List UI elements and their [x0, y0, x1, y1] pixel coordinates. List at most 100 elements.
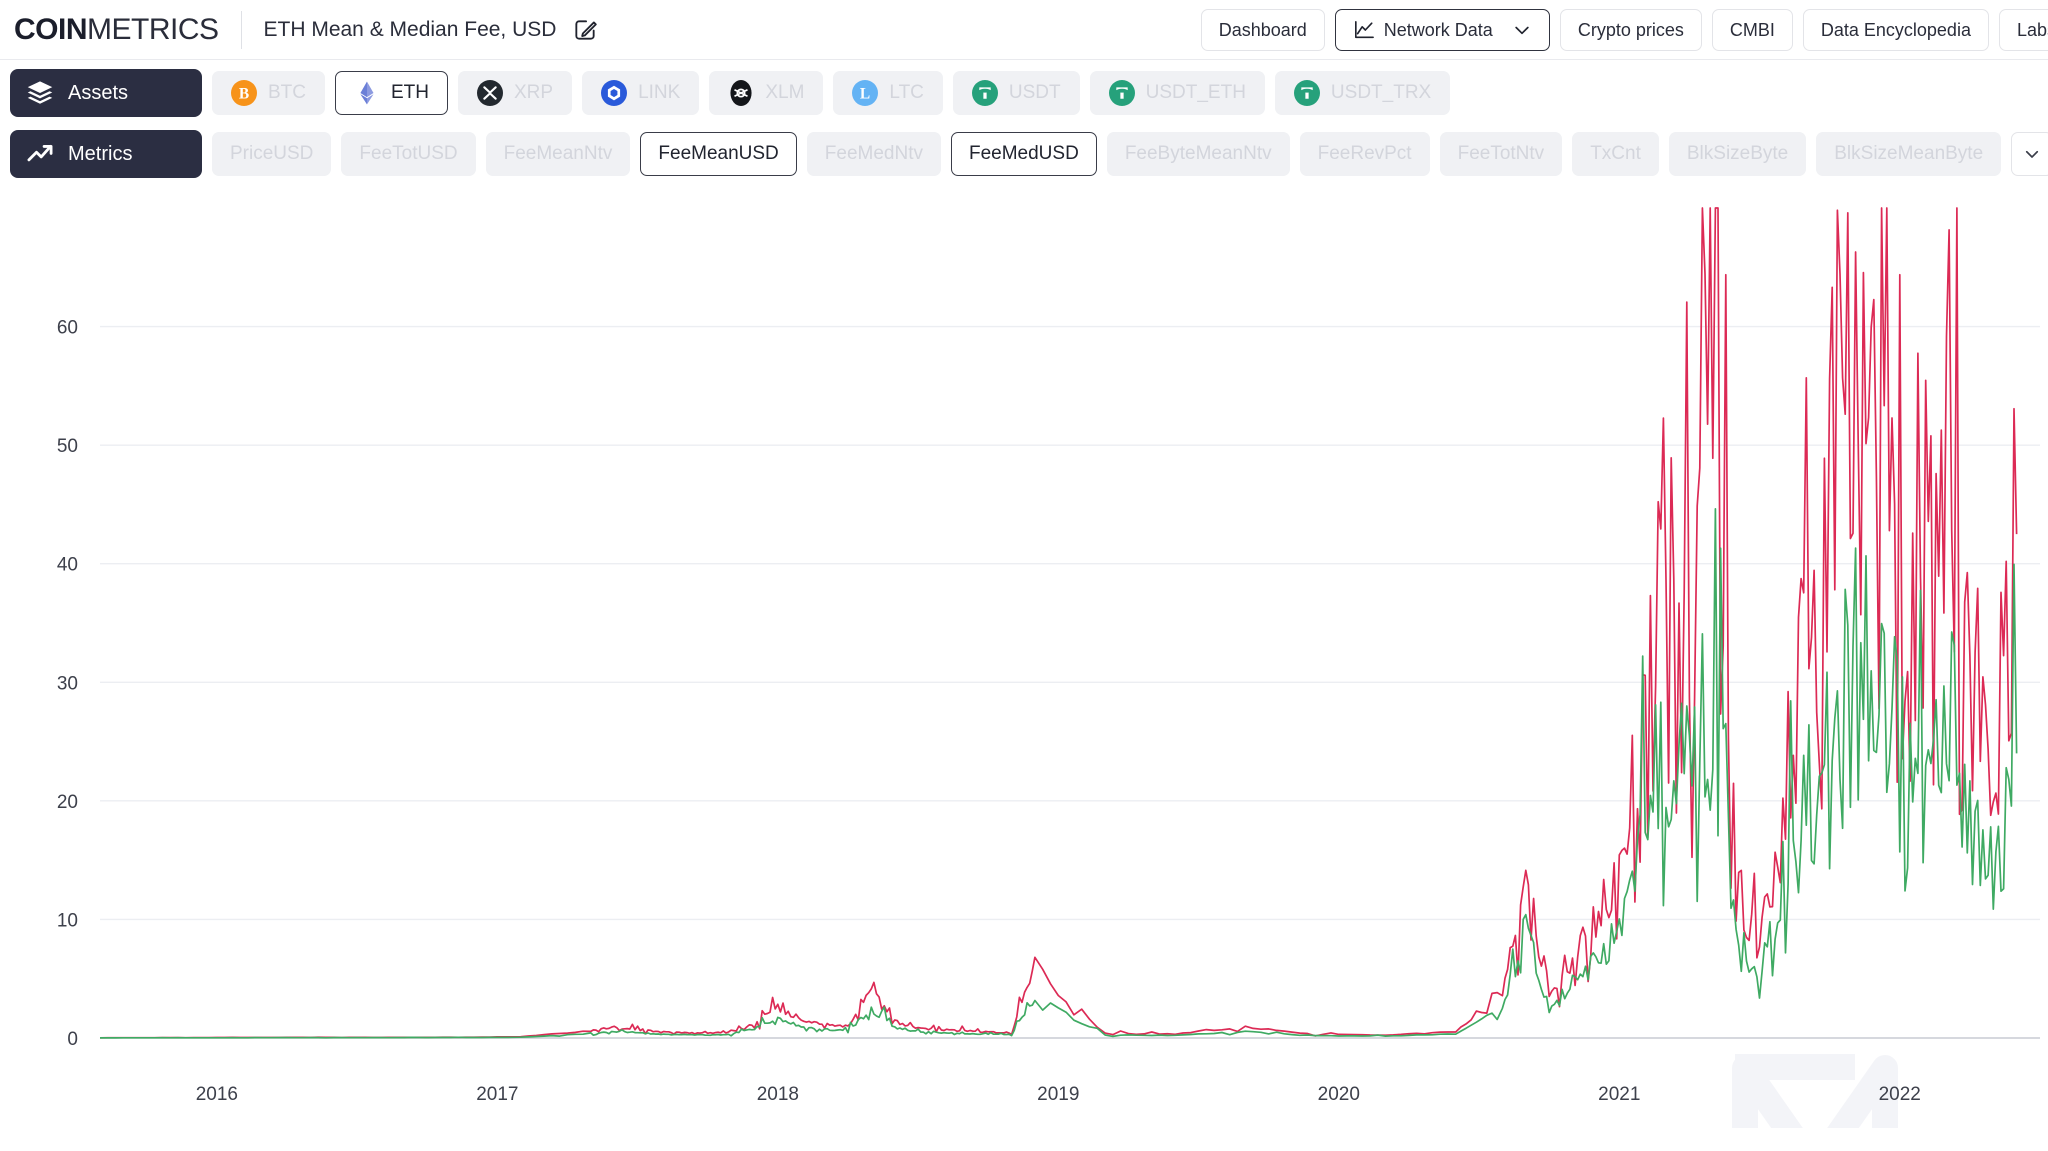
nav-network-data-button[interactable]: Network Data	[1335, 9, 1550, 51]
metric-chip-label: BlkSizeByte	[1687, 143, 1788, 165]
chart-series-line	[100, 208, 2017, 1038]
metric-chip-feetotusd[interactable]: FeeTotUSD	[341, 132, 475, 176]
metric-chip-label: FeeRevPct	[1318, 143, 1412, 165]
x-axis-tick-label: 2017	[476, 1084, 518, 1105]
y-axis-tick-label: 0	[67, 1029, 78, 1050]
ripple-icon	[477, 80, 503, 106]
line-chart-icon	[1353, 20, 1375, 40]
asset-chip-usdt-trx[interactable]: USDT_TRX	[1275, 71, 1450, 115]
nav-crypto-prices-button[interactable]: Crypto prices	[1560, 9, 1702, 51]
metric-chip-label: FeeMedUSD	[969, 143, 1079, 165]
nav-dashboard-button[interactable]: Dashboard	[1201, 9, 1325, 51]
metric-chip-blksizemeanbyte[interactable]: BlkSizeMeanByte	[1816, 132, 2001, 176]
metric-chip-blksizebyte[interactable]: BlkSizeByte	[1669, 132, 1806, 176]
chainlink-icon	[601, 80, 627, 106]
nav-label: CMBI	[1730, 20, 1775, 41]
logo-metrics-text: METRICS	[87, 13, 219, 47]
metric-chip-feemeanusd[interactable]: FeeMeanUSD	[640, 132, 796, 176]
y-axis-tick-label: 30	[57, 673, 78, 694]
y-axis-tick-label: 10	[57, 910, 78, 931]
chevron-down-icon	[2023, 145, 2041, 163]
metric-chip-label: BlkSizeMeanByte	[1834, 143, 1983, 165]
metric-chip-feemedusd[interactable]: FeeMedUSD	[951, 132, 1097, 176]
nav-label: Labs	[2017, 20, 2048, 41]
metric-chip-feebytemeanntv[interactable]: FeeByteMeanNtv	[1107, 132, 1290, 176]
x-axis-tick-label: 2016	[196, 1084, 238, 1105]
metrics-row: Metrics PriceUSD FeeTotUSD FeeMeanNtv Fe…	[0, 126, 2048, 188]
litecoin-icon: L	[852, 80, 878, 106]
metric-chip-feemeanntv[interactable]: FeeMeanNtv	[486, 132, 631, 176]
stellar-icon	[728, 80, 754, 106]
asset-chip-label: LINK	[638, 82, 680, 104]
metric-chip-label: FeeMedNtv	[825, 143, 923, 165]
metric-chip-label: FeeTotUSD	[359, 143, 457, 165]
ethereum-icon	[354, 80, 380, 106]
fee-chart-svg[interactable]: 0102030405060 20162017201820192020202120…	[0, 188, 2048, 1128]
selector-panel: Assets B BTC ETH	[0, 60, 2048, 188]
nav-label: Data Encyclopedia	[1821, 20, 1971, 41]
chevron-down-icon	[1512, 20, 1532, 40]
tether-icon	[972, 80, 998, 106]
asset-chip-label: XLM	[765, 82, 804, 104]
nav-labs-button[interactable]: Labs	[1999, 9, 2048, 51]
asset-chip-link[interactable]: LINK	[582, 71, 699, 115]
metric-chip-label: FeeTotNtv	[1458, 143, 1545, 165]
bitcoin-icon: B	[231, 80, 257, 106]
chart-x-axis-labels: 2016 2017 2018 2019 2020 2021 2022	[196, 1084, 1921, 1105]
assets-row: Assets B BTC ETH	[0, 60, 2048, 126]
asset-chip-usdt[interactable]: USDT	[953, 71, 1080, 115]
x-axis-tick-label: 2022	[1879, 1084, 1921, 1105]
x-axis-tick-label: 2018	[757, 1084, 799, 1105]
coinmetrics-logo[interactable]: COIN METRICS	[0, 13, 241, 47]
y-axis-tick-label: 20	[57, 792, 78, 813]
asset-chip-label: ETH	[391, 82, 429, 104]
x-axis-tick-label: 2021	[1598, 1084, 1640, 1105]
nav-label: Crypto prices	[1578, 20, 1684, 41]
asset-chip-btc[interactable]: B BTC	[212, 71, 325, 115]
metrics-more-button[interactable]	[2011, 132, 2048, 176]
metric-chip-feemedntv[interactable]: FeeMedNtv	[807, 132, 941, 176]
assets-category-label: Assets	[68, 82, 128, 105]
chart-watermark	[1735, 1054, 1885, 1128]
asset-chip-label: USDT_ETH	[1146, 82, 1246, 104]
metric-chip-txcnt[interactable]: TxCnt	[1572, 132, 1659, 176]
page-title: ETH Mean & Median Fee, USD	[264, 18, 557, 42]
x-axis-tick-label: 2019	[1037, 1084, 1079, 1105]
app-header: COIN METRICS ETH Mean & Median Fee, USD …	[0, 0, 2048, 60]
metrics-category-label: Metrics	[68, 143, 132, 166]
asset-chip-label: USDT_TRX	[1331, 82, 1431, 104]
metrics-category-button[interactable]: Metrics	[10, 130, 202, 178]
logo-coin-text: COIN	[14, 13, 87, 47]
asset-chip-xrp[interactable]: XRP	[458, 71, 572, 115]
asset-chip-label: LTC	[889, 82, 923, 104]
tether-icon	[1109, 80, 1135, 106]
asset-chip-xlm[interactable]: XLM	[709, 71, 823, 115]
header-nav: Dashboard Network Data Crypto prices CMB	[1201, 0, 2048, 60]
y-axis-tick-label: 60	[57, 318, 78, 339]
nav-cmbi-button[interactable]: CMBI	[1712, 9, 1793, 51]
metric-chip-label: FeeMeanNtv	[504, 143, 613, 165]
chart-series-layer	[100, 208, 2017, 1038]
nav-label: Network Data	[1384, 20, 1493, 41]
y-axis-tick-label: 40	[57, 555, 78, 576]
metric-chip-feerevpct[interactable]: FeeRevPct	[1300, 132, 1430, 176]
nav-data-encyclopedia-button[interactable]: Data Encyclopedia	[1803, 9, 1989, 51]
asset-chip-usdt-eth[interactable]: USDT_ETH	[1090, 71, 1265, 115]
svg-text:L: L	[860, 86, 870, 103]
assets-category-button[interactable]: Assets	[10, 69, 202, 117]
svg-text:B: B	[239, 86, 249, 103]
header-divider	[241, 11, 242, 49]
asset-chip-ltc[interactable]: L LTC	[833, 71, 942, 115]
metric-chip-label: PriceUSD	[230, 143, 313, 165]
metric-chip-label: FeeByteMeanNtv	[1125, 143, 1272, 165]
asset-chip-label: BTC	[268, 82, 306, 104]
fee-chart: 0102030405060 20162017201820192020202120…	[0, 188, 2048, 1128]
edit-pencil-square-icon[interactable]	[572, 17, 598, 43]
trending-up-arrow-icon	[26, 140, 54, 168]
asset-chip-eth[interactable]: ETH	[335, 71, 448, 115]
x-axis-tick-label: 2020	[1318, 1084, 1360, 1105]
tether-icon	[1294, 80, 1320, 106]
asset-chip-label: USDT	[1009, 82, 1061, 104]
metric-chip-feetotntv[interactable]: FeeTotNtv	[1440, 132, 1563, 176]
metric-chip-priceusd[interactable]: PriceUSD	[212, 132, 331, 176]
